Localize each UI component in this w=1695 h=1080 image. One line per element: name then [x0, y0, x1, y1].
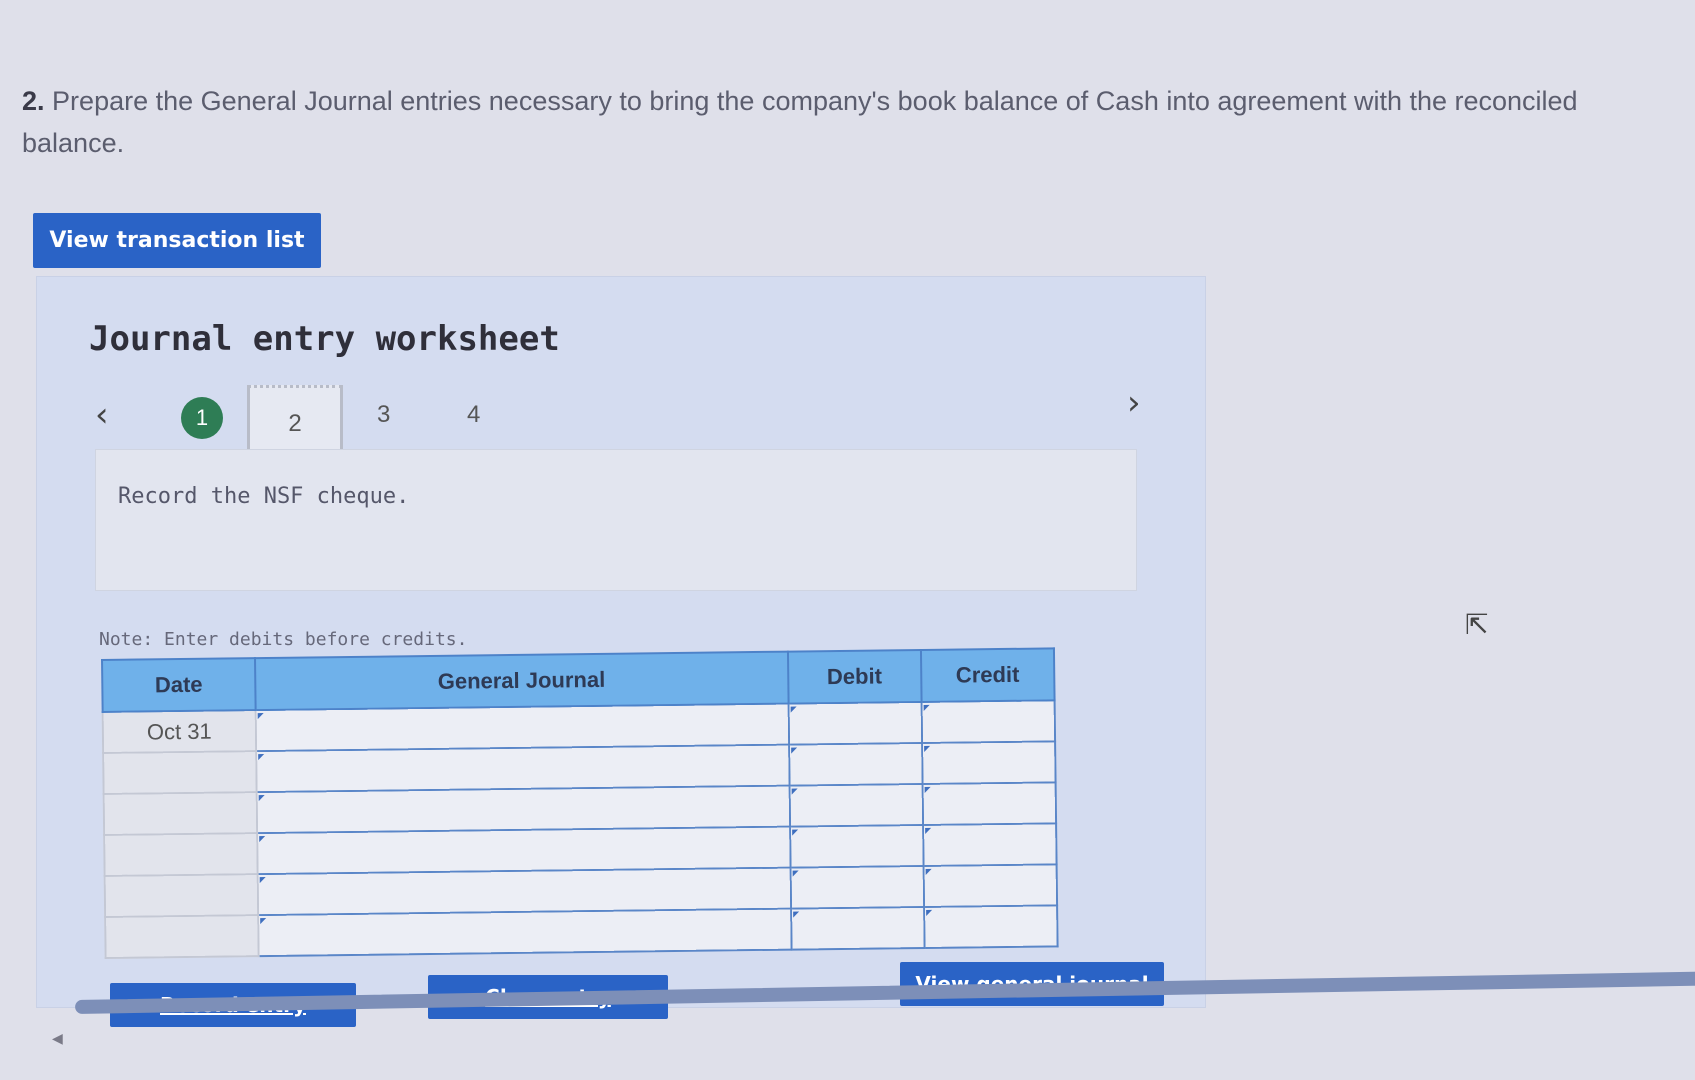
credit-input[interactable]: [923, 864, 1058, 907]
entry-note: Note: Enter debits before credits.: [99, 629, 468, 650]
chevron-right-icon[interactable]: ›: [1127, 383, 1141, 423]
debit-input[interactable]: [789, 783, 923, 827]
debit-input[interactable]: [790, 865, 924, 909]
debit-column-header: Debit: [787, 649, 922, 704]
credit-input[interactable]: [922, 823, 1057, 866]
date-cell: [103, 751, 257, 794]
date-cell: [103, 792, 257, 835]
journal-table: Date General Journal Debit Credit Oct 31: [101, 647, 1059, 959]
account-select[interactable]: [257, 867, 791, 916]
step-3[interactable]: 3: [377, 401, 390, 429]
account-select[interactable]: [255, 744, 790, 793]
debit-input[interactable]: [790, 906, 925, 950]
date-cell: [104, 833, 258, 876]
chevron-left-icon[interactable]: ‹: [95, 395, 109, 435]
step-4[interactable]: 4: [467, 401, 480, 429]
date-cell: [105, 915, 259, 958]
account-select[interactable]: [256, 785, 790, 834]
entry-description: Record the NSF cheque.: [118, 484, 410, 509]
scroll-left-arrow-icon[interactable]: ◀: [52, 1030, 63, 1047]
date-cell: [104, 874, 258, 917]
step-1-completed[interactable]: 1: [181, 397, 223, 439]
date-cell: Oct 31: [102, 710, 256, 753]
credit-input[interactable]: [922, 782, 1057, 825]
debit-input[interactable]: [788, 701, 922, 745]
credit-input[interactable]: [921, 741, 1056, 784]
question-text: 2. Prepare the General Journal entries n…: [22, 80, 1642, 164]
worksheet-title: Journal entry worksheet: [89, 319, 560, 359]
question-body: Prepare the General Journal entries nece…: [22, 86, 1578, 158]
view-transaction-list-button[interactable]: View transaction list: [33, 213, 321, 268]
journal-entry-worksheet: Journal entry worksheet ‹ 1 2 3 4 › Reco…: [36, 276, 1206, 1008]
credit-input[interactable]: [921, 700, 1056, 743]
page: 2. Prepare the General Journal entries n…: [0, 0, 1695, 1080]
date-column-header: Date: [102, 658, 256, 712]
credit-input[interactable]: [923, 905, 1058, 948]
mouse-cursor-icon: ⇱: [1465, 609, 1489, 640]
debit-input[interactable]: [788, 742, 923, 786]
account-select[interactable]: [257, 908, 792, 957]
account-select[interactable]: [255, 703, 789, 752]
credit-column-header: Credit: [920, 648, 1055, 702]
entry-description-box: Record the NSF cheque.: [95, 449, 1137, 591]
question-number: 2.: [22, 86, 45, 116]
general-journal-column-header: General Journal: [254, 651, 789, 711]
account-select[interactable]: [256, 826, 791, 875]
debit-input[interactable]: [789, 824, 924, 868]
